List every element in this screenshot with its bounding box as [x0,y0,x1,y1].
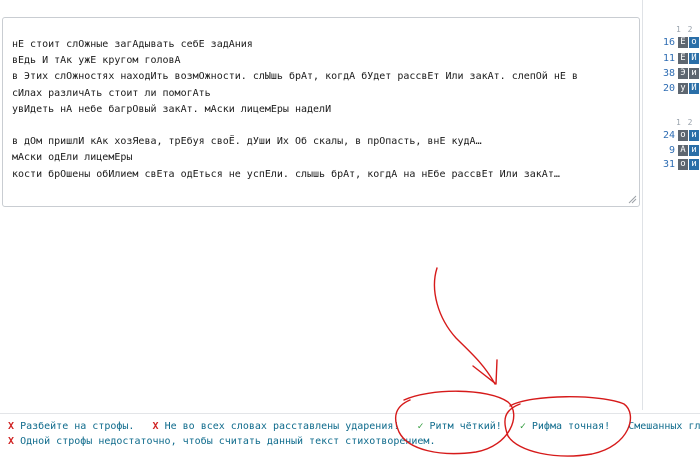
stress-cell: Е [678,37,688,48]
status-line-2: X Одной строфы недостаточно, чтобы счита… [8,435,435,449]
poem-line: в дОм пришлИ кАк хозЯева, трЕбуя своЁ. д… [12,136,482,148]
syllable-count: 11 [662,53,675,64]
stress-cell: И [689,53,699,64]
analysis-row: 20 у И [643,83,700,94]
stress-cell: А [678,145,688,156]
syllable-count: 24 [662,130,675,141]
analysis-row: 16 Е о [643,37,700,48]
syllable-column-header: 1 2 [676,118,694,127]
annotation-arrow [433,267,496,385]
resize-grip-icon[interactable] [627,194,637,204]
poem-textarea[interactable]: нЕ стоит слОжные загАдывать себЕ задАния… [2,17,640,207]
analysis-panel: 1 2 16 Е о 11 Е И 38 Э и 20 у И 1 2 24 о… [643,0,700,410]
status-message: Не во всех словах расставлены ударения! [164,421,400,432]
error-mark-icon: X [8,421,15,432]
poem-line: в Этих слОжностях находИть возмОжности. … [12,71,578,83]
poem-line: мАски одЕли лицемЕры [12,152,133,164]
poem-line: увИдеть нА небе багрОвый закАт. мАски ли… [12,103,332,115]
poem-line-blank [12,118,619,134]
status-message: Одной строфы недостаточно, чтобы считать… [20,436,436,447]
status-message: Рифма точная! [531,421,611,432]
poem-line: кости брОшены обИлием свЕта одЕться не у… [12,168,560,180]
analysis-row: 11 Е И [643,53,700,64]
stress-cell: Е [678,53,688,64]
stress-cell: и [689,130,699,141]
error-mark-icon: X [8,436,15,447]
poem-line: вЕдь И тАк ужЕ кругом головА [12,55,181,67]
error-mark-icon: X [152,421,159,432]
stress-cell: о [689,37,699,48]
status-bar: X Разбейте на строфы. X Не во всех слова… [0,413,700,461]
poem-line: нЕ стоит слОжные загАдывать себЕ задАния [12,39,253,50]
syllable-count: 16 [662,37,675,48]
analysis-row: 38 Э и [643,68,700,79]
analysis-row: 24 о и [643,130,700,141]
status-message: Ритм чёткий! [429,421,502,432]
stress-cell: у [678,83,688,94]
status-line-1: X Разбейте на строфы. X Не во всех слова… [8,420,700,434]
status-message: Смешанных гл [628,421,700,432]
syllable-count: 20 [662,83,675,94]
analysis-row: 9 А и [643,145,700,156]
stress-cell: о [678,159,688,170]
syllable-count: 31 [662,159,675,170]
poem-text: нЕ стоит слОжные загАдывать себЕ задАния… [12,37,619,183]
syllable-count: 9 [668,145,675,156]
syllable-count: 38 [662,68,675,79]
stress-cell: о [678,130,688,141]
stress-cell: и [689,159,699,170]
stress-cell: и [689,68,699,79]
poem-analyzer-app: нЕ стоит слОжные загАдывать себЕ задАния… [0,0,700,461]
annotation-arrowhead [472,359,498,385]
analysis-row: 31 о и [643,159,700,170]
stress-cell: И [689,83,699,94]
check-mark-icon: ✓ [417,421,424,432]
stress-cell: и [689,145,699,156]
status-message: Разбейте на строфы. [20,421,135,432]
poem-line: сИлах различАть стоит ли помогАть [12,87,211,99]
check-mark-icon: ✓ [519,421,526,432]
stress-cell: Э [678,68,688,79]
syllable-column-header: 1 2 [676,25,694,34]
